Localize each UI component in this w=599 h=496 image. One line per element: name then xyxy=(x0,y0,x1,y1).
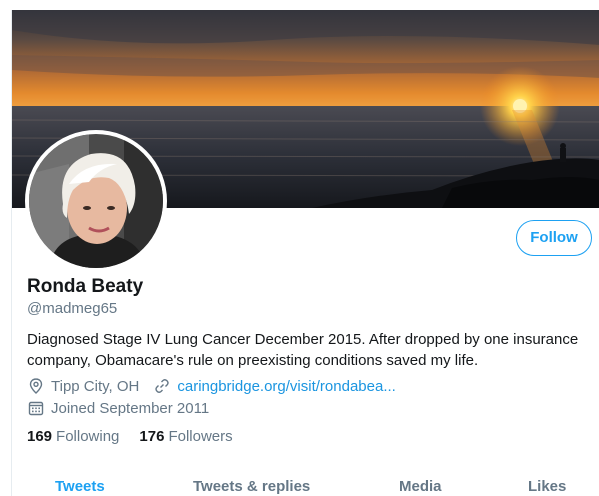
tab-likes[interactable]: Likes xyxy=(528,478,566,495)
tab-tweets-replies[interactable]: Tweets & replies xyxy=(193,478,310,495)
profile-bio: Diagnosed Stage IV Lung Cancer December … xyxy=(27,331,579,369)
tab-tweets[interactable]: Tweets xyxy=(55,478,105,495)
followers-stat[interactable]: 176 Followers xyxy=(139,428,232,445)
profile-name: Ronda Beaty xyxy=(27,276,144,297)
location-pin-icon xyxy=(27,377,45,395)
calendar-icon xyxy=(27,399,45,417)
following-stat[interactable]: 169 Following xyxy=(27,428,119,445)
top-strip xyxy=(0,0,599,10)
profile-website-link[interactable]: caringbridge.org/visit/rondabea... xyxy=(177,378,395,395)
profile-stats: 169 Following 176 Followers xyxy=(27,428,253,445)
profile-joined-date: Joined September 2011 xyxy=(51,399,210,417)
followers-count: 176 xyxy=(139,428,165,445)
followers-label: Followers xyxy=(168,428,233,445)
profile-handle: @madmeg65 xyxy=(27,300,118,317)
following-count: 169 xyxy=(27,428,53,445)
profile-location: Tipp City, OH xyxy=(51,377,140,395)
profile-joined-row: Joined September 2011 xyxy=(27,399,209,417)
link-icon xyxy=(153,377,171,395)
profile-meta-row: Tipp City, OH caringbridge.org/visit/ron… xyxy=(27,377,396,395)
profile-card: Follow Ronda Beaty @madmeg65 Diagnosed S… xyxy=(11,10,599,496)
profile-tabs: Tweets Tweets & replies Media Likes xyxy=(12,474,599,496)
tab-media[interactable]: Media xyxy=(399,478,442,495)
follow-button[interactable]: Follow xyxy=(516,220,592,256)
profile-avatar[interactable] xyxy=(25,130,167,272)
following-label: Following xyxy=(56,428,120,445)
